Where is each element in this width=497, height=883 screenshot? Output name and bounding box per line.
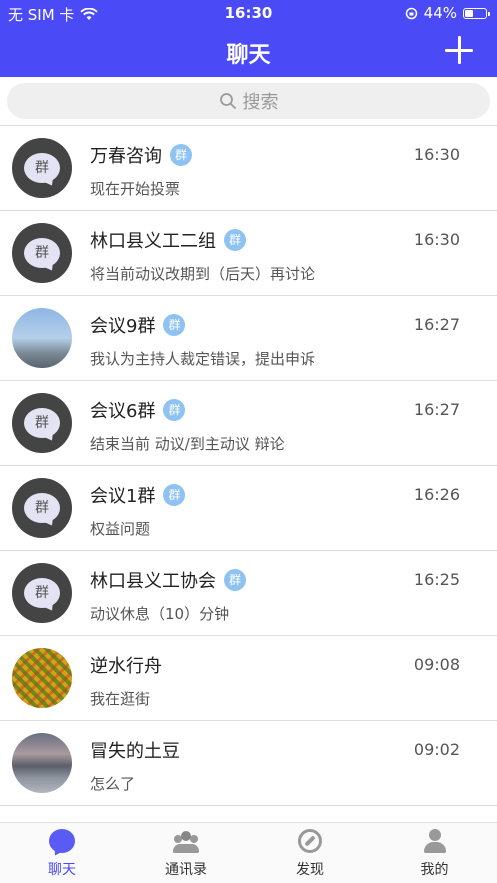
- chat-name-row: 万春咨询群: [90, 142, 192, 168]
- chat-name-row: 逆水行舟: [90, 652, 162, 678]
- chat-name-row: 林口县义工二组群: [90, 227, 246, 253]
- chat-bubble-icon: [49, 829, 75, 853]
- search-icon: [219, 93, 236, 109]
- tab-label: 通讯录: [165, 862, 207, 878]
- chat-time: 09:08: [413, 655, 460, 674]
- group-avatar-label: 群: [24, 238, 60, 268]
- chat-name-row: 会议6群群: [90, 397, 186, 423]
- battery-area: 44%: [405, 4, 490, 22]
- chat-list: 群 万春咨询群 16:30 现在开始投票 群 林口县义工二组群 16:30 将当…: [0, 125, 497, 824]
- search-area: 搜索: [0, 77, 497, 125]
- tab-discover[interactable]: 发现: [248, 823, 372, 883]
- battery-percent: 44%: [423, 4, 457, 22]
- chat-item[interactable]: 群 会议1群群 16:26 权益问题: [0, 466, 497, 551]
- status-bar: 无 SIM 卡 16:30 44%: [0, 0, 497, 26]
- group-avatar-label: 群: [24, 493, 60, 523]
- chat-item[interactable]: 逆水行舟 09:08 我在逛街: [0, 636, 497, 721]
- orientation-lock-icon: [405, 7, 417, 19]
- chat-time: 16:30: [413, 230, 460, 249]
- group-badge: 群: [224, 569, 246, 591]
- group-avatar-label: 群: [24, 408, 60, 438]
- avatar: [12, 733, 72, 793]
- chat-item[interactable]: 群 林口县义工二组群 16:30 将当前动议改期到（后天）再讨论: [0, 211, 497, 296]
- chat-time: 16:27: [413, 315, 460, 334]
- group-avatar-label: 群: [24, 578, 60, 608]
- battery-icon: [463, 7, 490, 19]
- group-badge: 群: [163, 314, 186, 336]
- chat-name: 林口县义工二组: [90, 231, 216, 252]
- person-icon: [422, 829, 448, 853]
- chat-item[interactable]: 会议9群群 16:27 我认为主持人裁定错误，提出申诉: [0, 296, 497, 381]
- chat-name-row: 会议9群群: [90, 312, 186, 338]
- avatar: [12, 648, 72, 708]
- tab-contacts[interactable]: 通讯录: [124, 823, 248, 883]
- chat-time: 16:25: [413, 570, 460, 589]
- chat-name: 会议1群: [90, 486, 156, 507]
- chat-last-message: 我认为主持人裁定错误，提出申诉: [90, 350, 316, 368]
- group-avatar-icon: 群: [12, 223, 72, 283]
- chat-time: 16:30: [413, 145, 460, 164]
- chat-name: 会议6群: [90, 401, 156, 422]
- compass-icon: [298, 829, 322, 853]
- avatar: [12, 308, 72, 368]
- tab-label: 发现: [296, 862, 324, 878]
- group-badge: 群: [163, 399, 186, 421]
- group-avatar-label: 群: [24, 153, 60, 183]
- chat-time: 16:26: [413, 485, 460, 504]
- chat-last-message: 现在开始投票: [90, 180, 181, 198]
- plus-icon[interactable]: [445, 36, 473, 64]
- chat-last-message: 怎么了: [90, 775, 136, 793]
- chat-last-message: 权益问题: [90, 520, 151, 538]
- chat-name: 万春咨询: [90, 146, 162, 167]
- contacts-icon: [173, 829, 199, 853]
- search-placeholder: 搜索: [242, 92, 279, 113]
- group-badge: 群: [170, 144, 192, 166]
- chat-name-row: 冒失的土豆: [90, 737, 180, 763]
- chat-item[interactable]: 群 会议6群群 16:27 结束当前 动议/到主动议 辩论: [0, 381, 497, 466]
- chat-time: 09:02: [413, 740, 460, 759]
- chat-name: 逆水行舟: [90, 656, 162, 677]
- group-badge: 群: [224, 229, 246, 251]
- chat-last-message: 我在逛街: [90, 690, 151, 708]
- tab-label: 聊天: [48, 862, 76, 878]
- group-badge: 群: [163, 484, 186, 506]
- page-title: 聊天: [226, 43, 271, 68]
- group-avatar-icon: 群: [12, 393, 72, 453]
- chat-time: 16:27: [413, 400, 460, 419]
- tab-me[interactable]: 我的: [372, 823, 497, 883]
- chat-item[interactable]: 群 林口县义工协会群 16:25 动议休息（10）分钟: [0, 551, 497, 636]
- chat-last-message: 动议休息（10）分钟: [90, 605, 230, 623]
- group-avatar-icon: 群: [12, 563, 72, 623]
- tab-label: 我的: [420, 862, 449, 878]
- chat-last-message: 结束当前 动议/到主动议 辩论: [90, 435, 285, 453]
- chat-name-row: 林口县义工协会群: [90, 567, 246, 593]
- chat-name: 林口县义工协会: [90, 571, 216, 592]
- chat-item[interactable]: 冒失的土豆 09:02 怎么了: [0, 721, 497, 806]
- chat-item[interactable]: 群 万春咨询群 16:30 现在开始投票: [0, 126, 497, 211]
- group-avatar-icon: 群: [12, 478, 72, 538]
- chat-name: 会议9群: [90, 316, 156, 337]
- chat-name-row: 会议1群群: [90, 482, 186, 508]
- search-input[interactable]: 搜索: [7, 83, 490, 119]
- group-avatar-icon: 群: [12, 138, 72, 198]
- tab-chat[interactable]: 聊天: [0, 823, 124, 883]
- chat-name: 冒失的土豆: [90, 741, 180, 762]
- chat-last-message: 将当前动议改期到（后天）再讨论: [90, 265, 316, 283]
- tab-bar: 聊天 通讯录 发现 我的: [0, 822, 497, 883]
- nav-bar: 聊天: [0, 26, 497, 77]
